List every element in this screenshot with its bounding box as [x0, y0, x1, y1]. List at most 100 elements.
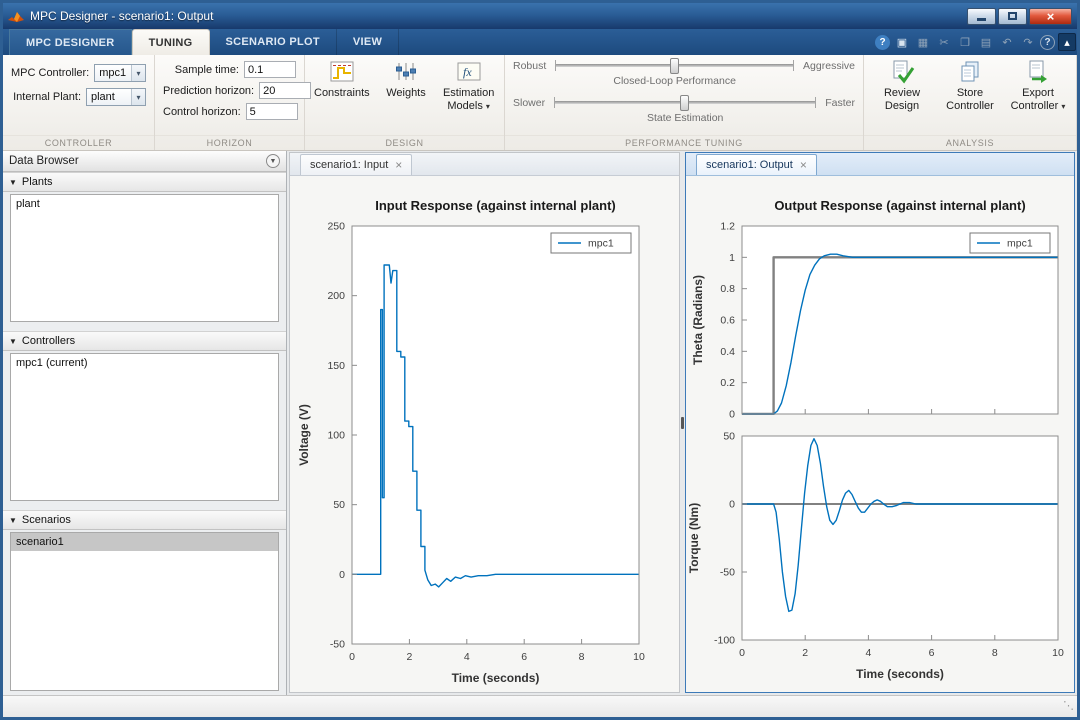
input-document-panel: scenario1: Input × 0246810-5005010015020…: [289, 152, 680, 693]
ribbon-tab-scenario-plot[interactable]: SCENARIO PLOT: [210, 29, 337, 55]
data-browser-panel: Data Browser ▼ ▼ Plants plant ▼ Controll…: [3, 151, 287, 695]
internal-plant-value: plant: [87, 91, 131, 103]
control-horizon-input[interactable]: [246, 103, 298, 120]
svg-text:Time (seconds): Time (seconds): [856, 667, 944, 681]
splitter-handle-icon: [681, 417, 684, 429]
close-icon: ×: [1047, 10, 1055, 23]
list-item-scenario1[interactable]: scenario1: [11, 533, 278, 551]
weights-button[interactable]: Weights: [379, 56, 434, 103]
svg-text:Theta (Radians): Theta (Radians): [691, 275, 705, 365]
svg-text:0.6: 0.6: [720, 315, 735, 327]
redo-icon[interactable]: ↷: [1019, 33, 1037, 51]
internal-plant-dropdown[interactable]: plant ▾: [86, 88, 146, 106]
sample-time-input[interactable]: [244, 61, 296, 78]
slider-handle[interactable]: [680, 95, 689, 111]
svg-text:4: 4: [464, 651, 470, 663]
output-document-panel: scenario1: Output × 00.20.40.60.811.2Out…: [685, 152, 1075, 693]
status-bar: ⋱: [3, 695, 1077, 717]
save-icon[interactable]: ▦: [914, 33, 932, 51]
tab-scenario1-output[interactable]: scenario1: Output ×: [696, 154, 817, 175]
svg-text:4: 4: [865, 647, 871, 659]
triangle-down-icon: ▼: [9, 516, 17, 525]
svg-text:200: 200: [327, 290, 345, 302]
paste-icon[interactable]: ▤: [977, 33, 995, 51]
plants-title: Plants: [22, 176, 53, 188]
weights-icon: [393, 59, 419, 85]
chart-canvas: 0246810-100-50050Torque (Nm)Time (second…: [686, 426, 1074, 692]
store-controller-button[interactable]: Store Controller: [940, 56, 1000, 115]
export-controller-button[interactable]: Export Controller ▾: [1008, 56, 1068, 115]
scenarios-title: Scenarios: [22, 514, 71, 526]
prediction-horizon-label: Prediction horizon:: [163, 85, 259, 97]
undo-icon[interactable]: ↶: [998, 33, 1016, 51]
close-tab-icon[interactable]: ×: [395, 160, 402, 170]
performance-tuning-section-label: PERFORMANCE TUNING: [505, 135, 863, 150]
ribbon: MPC Controller: mpc1 ▾ Internal Plant: p…: [3, 55, 1077, 151]
svg-text:6: 6: [521, 651, 527, 663]
chart-canvas: 0246810-50050100150200250Input Response …: [290, 176, 679, 692]
mpc-controller-dropdown[interactable]: mpc1 ▾: [94, 64, 146, 82]
tab-label: scenario1: Output: [706, 159, 793, 171]
list-item-mpc1[interactable]: mpc1 (current): [11, 354, 278, 372]
estimation-models-button[interactable]: fx Estimation Models ▾: [441, 56, 496, 115]
svg-text:-50: -50: [720, 567, 735, 579]
svg-text:100: 100: [327, 430, 345, 442]
constraints-button[interactable]: Constraints: [313, 56, 371, 103]
scenarios-list: scenario1: [10, 532, 279, 691]
minimize-icon: [977, 18, 986, 21]
list-item-plant[interactable]: plant: [11, 195, 278, 213]
collapse-ribbon-icon[interactable]: ▴: [1058, 33, 1076, 51]
close-button[interactable]: ×: [1029, 8, 1072, 25]
ribbon-tab-tuning[interactable]: TUNING: [132, 29, 210, 55]
svg-text:0: 0: [729, 499, 735, 511]
export-controller-icon: [1025, 59, 1051, 85]
state-estimation-slider-row: Slower State Estimation Faster: [513, 94, 855, 128]
controllers-section-header[interactable]: ▼ Controllers: [3, 331, 286, 351]
svg-text:150: 150: [327, 360, 345, 372]
state-estimation-slider[interactable]: State Estimation: [554, 94, 816, 128]
controller-section-label: CONTROLLER: [3, 135, 154, 150]
horizon-section-label: HORIZON: [155, 135, 304, 150]
svg-text:Input Response (against intern: Input Response (against internal plant): [375, 198, 616, 213]
svg-text:0: 0: [739, 647, 745, 659]
weights-label: Weights: [386, 87, 426, 99]
svg-text:2: 2: [406, 651, 412, 663]
copy-icon[interactable]: ❐: [956, 33, 974, 51]
svg-text:Output Response (against inter: Output Response (against internal plant): [774, 198, 1025, 213]
data-browser-collapse-icon[interactable]: ▼: [266, 154, 280, 168]
tab-scenario1-input[interactable]: scenario1: Input ×: [300, 154, 412, 175]
closed-loop-performance-slider[interactable]: Closed-Loop Performance: [555, 57, 794, 91]
mpc-controller-value: mpc1: [95, 67, 131, 79]
minimize-button[interactable]: [967, 8, 996, 25]
maximize-button[interactable]: [998, 8, 1027, 25]
controllers-list: mpc1 (current): [10, 353, 279, 501]
input-response-chart: 0246810-50050100150200250Input Response …: [290, 176, 679, 692]
screenshot-icon[interactable]: ▣: [893, 33, 911, 51]
control-horizon-label: Control horizon:: [163, 106, 246, 118]
slider-handle[interactable]: [670, 58, 679, 74]
help-icon[interactable]: ?: [875, 35, 890, 50]
matlab-logo-icon: [8, 9, 24, 23]
scenarios-section-header[interactable]: ▼ Scenarios: [3, 510, 286, 530]
design-section-label: DESIGN: [305, 135, 504, 150]
panel-splitter[interactable]: [680, 152, 685, 693]
svg-text:Voltage (V): Voltage (V): [297, 404, 311, 466]
quick-access-toolbar: ? ▣ ▦ ✂ ❐ ▤ ↶ ↷ ? ▴: [875, 29, 1077, 55]
prediction-horizon-input[interactable]: [259, 82, 311, 99]
svg-text:mpc1: mpc1: [588, 238, 614, 250]
svg-text:10: 10: [1052, 647, 1064, 659]
svg-text:1: 1: [729, 252, 735, 264]
cut-icon[interactable]: ✂: [935, 33, 953, 51]
chevron-down-icon: ▾: [1061, 102, 1065, 111]
ribbon-tab-mpc-designer[interactable]: MPC DESIGNER: [9, 29, 132, 55]
svg-text:mpc1: mpc1: [1007, 238, 1033, 250]
input-tab-bar: scenario1: Input ×: [290, 153, 679, 176]
help-circle-icon[interactable]: ?: [1040, 35, 1055, 50]
review-design-button[interactable]: Review Design: [872, 56, 932, 115]
svg-text:6: 6: [929, 647, 935, 659]
plants-section-header[interactable]: ▼ Plants: [3, 172, 286, 192]
ribbon-tab-view[interactable]: VIEW: [337, 29, 399, 55]
resize-grip-icon[interactable]: ⋱: [1063, 701, 1074, 712]
close-tab-icon[interactable]: ×: [800, 160, 807, 170]
svg-text:0.4: 0.4: [720, 346, 735, 358]
